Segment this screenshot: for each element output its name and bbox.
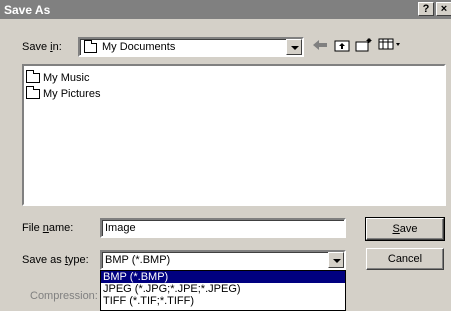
list-item[interactable]: My Pictures — [26, 86, 100, 102]
save-as-type-dropdown[interactable]: BMP (*.BMP) JPEG (*.JPG;*.JPE;*.JPEG) TI… — [100, 270, 346, 311]
help-button[interactable]: ? — [418, 2, 434, 16]
compression-label: Compression: — [30, 290, 98, 302]
save-in-combo[interactable]: My Documents — [78, 37, 304, 57]
save-as-type-value: BMP (*.BMP) — [105, 254, 171, 266]
file-list[interactable]: My Music My Pictures — [22, 64, 446, 206]
save-as-type-label: Save as type: — [22, 254, 89, 266]
view-menu-icon[interactable] — [376, 38, 404, 56]
save-in-value: My Documents — [102, 41, 176, 53]
list-item[interactable]: My Music — [26, 70, 89, 86]
chevron-down-icon[interactable] — [286, 39, 302, 55]
save-as-type-combo[interactable]: BMP (*.BMP) — [100, 250, 346, 270]
up-folder-icon[interactable] — [332, 38, 352, 56]
dropdown-option[interactable]: TIFF (*.TIF;*.TIFF) — [101, 295, 345, 307]
file-name-value: Image — [105, 222, 136, 234]
folder-icon — [84, 40, 100, 54]
dropdown-option[interactable]: BMP (*.BMP) — [101, 271, 345, 283]
dropdown-option[interactable]: JPEG (*.JPG;*.JPE;*.JPEG) — [101, 283, 345, 295]
back-arrow-icon[interactable] — [310, 38, 330, 56]
folder-icon — [26, 70, 40, 84]
title-bar[interactable]: Save As ? × — [0, 0, 451, 19]
save-in-label: Save in: — [22, 41, 62, 53]
pictures-folder-icon — [26, 86, 40, 100]
window-title: Save As — [4, 3, 51, 17]
file-name-label: File name: — [22, 222, 74, 234]
chevron-down-icon[interactable] — [328, 252, 344, 268]
file-name-field[interactable]: Image — [100, 218, 346, 238]
cancel-button[interactable]: Cancel — [366, 248, 444, 270]
save-button[interactable]: Save — [365, 217, 445, 241]
new-folder-icon[interactable] — [354, 38, 374, 56]
close-button[interactable]: × — [436, 2, 451, 16]
